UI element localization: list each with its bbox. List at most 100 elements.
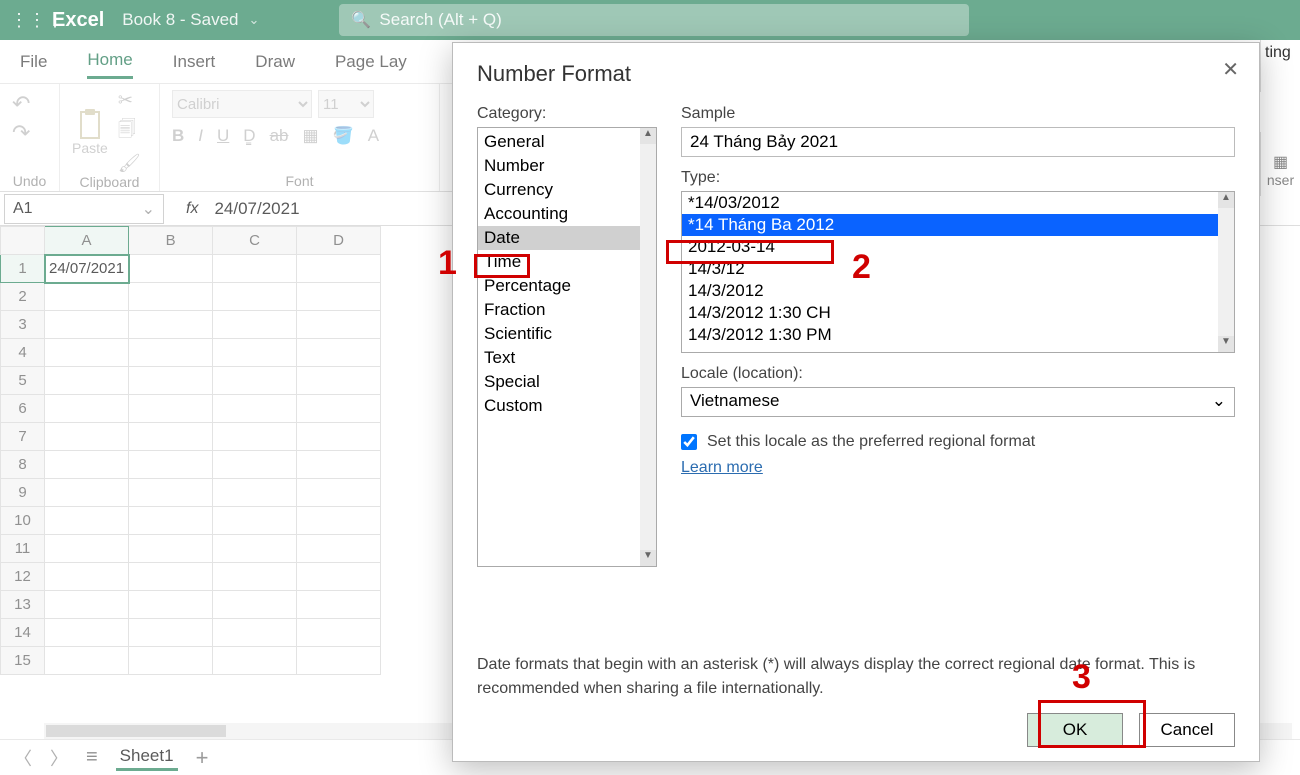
row-header[interactable]: 9 bbox=[1, 479, 45, 507]
category-item[interactable]: Time bbox=[478, 250, 656, 274]
type-item[interactable]: 14/3/2012 1:30 CH bbox=[682, 302, 1234, 324]
select-all-corner[interactable] bbox=[1, 227, 45, 255]
category-item[interactable]: Percentage bbox=[478, 274, 656, 298]
tab-page-layout[interactable]: Page Lay bbox=[335, 46, 407, 78]
tab-insert[interactable]: Insert bbox=[173, 46, 216, 78]
col-header-a[interactable]: A bbox=[45, 227, 129, 255]
row-header[interactable]: 7 bbox=[1, 423, 45, 451]
type-item[interactable]: *14 Tháng Ba 2012 bbox=[682, 214, 1234, 236]
scrollbar[interactable]: ▲▼ bbox=[640, 128, 656, 566]
learn-more-link[interactable]: Learn more bbox=[681, 459, 1235, 477]
category-item[interactable]: Date bbox=[478, 226, 656, 250]
category-item[interactable]: Currency bbox=[478, 178, 656, 202]
category-item[interactable]: Number bbox=[478, 154, 656, 178]
font-name-select[interactable]: Calibri bbox=[172, 90, 312, 118]
ok-button[interactable]: OK bbox=[1027, 713, 1123, 747]
col-header-b[interactable]: B bbox=[129, 227, 213, 255]
sheet-tab[interactable]: Sheet1 bbox=[116, 744, 178, 771]
category-item[interactable]: Accounting bbox=[478, 202, 656, 226]
add-sheet-icon[interactable]: + bbox=[196, 745, 209, 771]
annotation-number: 3 bbox=[1072, 658, 1091, 697]
tab-home[interactable]: Home bbox=[87, 44, 132, 79]
row-header[interactable]: 14 bbox=[1, 619, 45, 647]
app-launcher-icon[interactable]: ⋮⋮⋮ bbox=[10, 10, 42, 31]
row-header[interactable]: 15 bbox=[1, 647, 45, 675]
bold-button[interactable]: B bbox=[172, 126, 184, 146]
undo-icon[interactable]: ↶ bbox=[12, 90, 47, 119]
truncated-panel: ting bbox=[1260, 40, 1300, 92]
search-icon: 🔍 bbox=[351, 10, 371, 30]
annotation-number: 2 bbox=[852, 248, 871, 287]
name-box[interactable]: A1 ⌄ bbox=[4, 194, 164, 224]
sheet-nav-next-icon[interactable]: 〉 bbox=[50, 745, 68, 771]
col-header-d[interactable]: D bbox=[297, 227, 381, 255]
tab-draw[interactable]: Draw bbox=[255, 46, 295, 78]
row-header[interactable]: 5 bbox=[1, 367, 45, 395]
redo-icon[interactable]: ↷ bbox=[12, 119, 47, 148]
underline-button[interactable]: U bbox=[217, 126, 229, 146]
title-bar: ⋮⋮⋮ Excel Book 8 - Saved ⌄ 🔍 bbox=[0, 0, 1300, 40]
truncated-panel: ▦ nser bbox=[1260, 132, 1300, 196]
clipboard-group-label: Clipboard bbox=[72, 174, 147, 190]
italic-button[interactable]: I bbox=[198, 126, 203, 146]
search-input[interactable] bbox=[339, 4, 969, 36]
copy-icon[interactable]: 🗐 bbox=[118, 117, 141, 147]
category-item[interactable]: Special bbox=[478, 370, 656, 394]
row-header[interactable]: 13 bbox=[1, 591, 45, 619]
locale-select[interactable]: Vietnamese ⌄ bbox=[681, 387, 1235, 417]
row-header[interactable]: 2 bbox=[1, 283, 45, 311]
strikethrough-button[interactable]: ab bbox=[270, 126, 289, 146]
col-header-c[interactable]: C bbox=[213, 227, 297, 255]
cancel-button[interactable]: Cancel bbox=[1139, 713, 1235, 747]
type-item[interactable]: 14/3/2012 1:30 PM bbox=[682, 324, 1234, 346]
font-group-label: Font bbox=[172, 173, 427, 189]
paste-button[interactable]: Paste bbox=[72, 108, 108, 156]
checkbox-label: Set this locale as the preferred regiona… bbox=[707, 433, 1035, 451]
fx-icon[interactable]: fx bbox=[168, 200, 210, 218]
row-header[interactable]: 8 bbox=[1, 451, 45, 479]
row-header[interactable]: 4 bbox=[1, 339, 45, 367]
font-size-select[interactable]: 11 bbox=[318, 90, 374, 118]
row-header[interactable]: 1 bbox=[1, 255, 45, 283]
format-painter-icon[interactable]: 🖌 bbox=[118, 153, 141, 174]
type-item[interactable]: 14/3/2012 bbox=[682, 280, 1234, 302]
category-item[interactable]: Custom bbox=[478, 394, 656, 418]
document-status[interactable]: Book 8 - Saved ⌄ bbox=[122, 10, 259, 30]
preferred-locale-checkbox[interactable]: Set this locale as the preferred regiona… bbox=[681, 433, 1235, 451]
category-item[interactable]: General bbox=[478, 130, 656, 154]
category-item[interactable]: Scientific bbox=[478, 322, 656, 346]
row-header[interactable]: 6 bbox=[1, 395, 45, 423]
chevron-down-icon: ⌄ bbox=[1212, 391, 1226, 413]
row-header[interactable]: 3 bbox=[1, 311, 45, 339]
type-listbox[interactable]: *14/03/2012*14 Tháng Ba 20122012-03-1414… bbox=[681, 191, 1235, 353]
borders-button[interactable]: ▦ bbox=[303, 126, 319, 146]
category-item[interactable]: Fraction bbox=[478, 298, 656, 322]
fill-color-button[interactable]: 🪣 bbox=[333, 126, 354, 146]
tab-file[interactable]: File bbox=[20, 46, 47, 78]
checkbox-input[interactable] bbox=[681, 434, 697, 450]
close-icon[interactable]: ✕ bbox=[1222, 57, 1239, 82]
cut-icon[interactable]: ✂ bbox=[118, 90, 141, 111]
double-underline-button[interactable]: D̳ bbox=[243, 126, 255, 146]
chevron-down-icon: ⌄ bbox=[249, 12, 260, 28]
type-item[interactable]: *14/03/2012 bbox=[682, 192, 1234, 214]
cell-a1[interactable]: 24/07/2021 bbox=[45, 255, 129, 283]
truncated-label: nser bbox=[1267, 172, 1294, 188]
locale-value: Vietnamese bbox=[690, 391, 779, 413]
category-item[interactable]: Text bbox=[478, 346, 656, 370]
all-sheets-icon[interactable]: ≡ bbox=[86, 746, 98, 769]
type-item[interactable]: 14/3/12 bbox=[682, 258, 1234, 280]
row-header[interactable]: 11 bbox=[1, 535, 45, 563]
name-box-value: A1 bbox=[13, 200, 33, 218]
dialog-title: Number Format bbox=[477, 61, 1235, 87]
font-color-button[interactable]: A bbox=[368, 126, 379, 146]
document-name: Book 8 - Saved bbox=[122, 10, 238, 30]
row-header[interactable]: 12 bbox=[1, 563, 45, 591]
category-listbox[interactable]: GeneralNumberCurrencyAccountingDateTimeP… bbox=[477, 127, 657, 567]
sample-label: Sample bbox=[681, 105, 1235, 123]
type-item[interactable]: 2012-03-14 bbox=[682, 236, 1234, 258]
row-header[interactable]: 10 bbox=[1, 507, 45, 535]
scrollbar[interactable]: ▲▼ bbox=[1218, 192, 1234, 352]
category-label: Category: bbox=[477, 105, 657, 123]
sheet-nav-prev-icon[interactable]: 〈 bbox=[14, 745, 32, 771]
